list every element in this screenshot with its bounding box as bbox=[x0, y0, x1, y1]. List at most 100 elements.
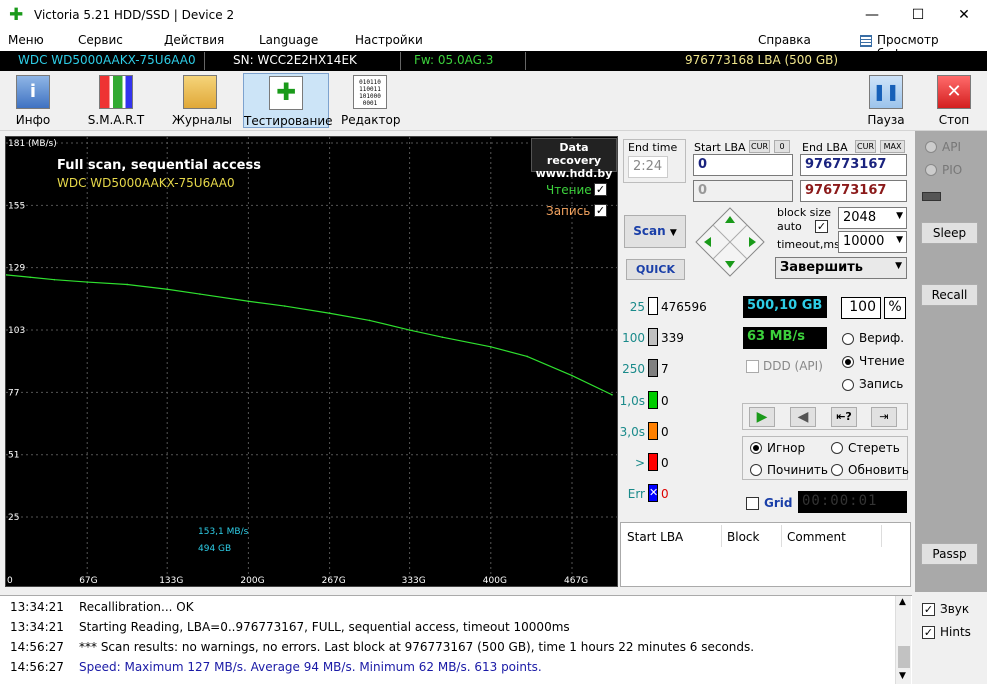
quick-button[interactable]: QUICK bbox=[626, 259, 685, 280]
timeout-select[interactable]: 10000 ▼ bbox=[838, 231, 907, 253]
menu-language[interactable]: Language bbox=[259, 33, 318, 47]
menu-main[interactable]: Меню bbox=[8, 33, 44, 47]
info-button[interactable]: i Инфо bbox=[10, 75, 56, 127]
menu-bar bbox=[0, 30, 987, 51]
repair-radio[interactable] bbox=[750, 464, 762, 476]
chevron-down-icon: ▼ bbox=[896, 211, 903, 221]
end-time-group: End time 2:24 bbox=[623, 139, 686, 183]
ignore-radio[interactable] bbox=[750, 442, 762, 454]
menu-service[interactable]: Сервис bbox=[78, 33, 123, 47]
erase-label: Стереть bbox=[848, 441, 900, 455]
info-separator bbox=[525, 52, 526, 70]
refresh-label: Обновить bbox=[848, 463, 909, 477]
api-label: API bbox=[942, 140, 961, 154]
start-zero-button[interactable]: 0 bbox=[774, 140, 790, 153]
menu-actions[interactable]: Действия bbox=[164, 33, 224, 47]
passp-button[interactable]: Passp bbox=[921, 543, 978, 565]
stop-button[interactable]: ✕ Стоп bbox=[933, 75, 975, 127]
graph-title: Full scan, sequential access bbox=[57, 158, 261, 173]
info-icon: i bbox=[16, 75, 50, 109]
x-tick-label: 400G bbox=[483, 576, 507, 586]
timeout-value: 10000 bbox=[843, 234, 885, 249]
y-tick-label: 51 bbox=[8, 451, 19, 461]
chevron-down-icon: ▼ bbox=[895, 261, 902, 271]
info-separator bbox=[204, 52, 205, 70]
read-speed-point bbox=[611, 393, 613, 396]
histogram-label: > bbox=[634, 456, 645, 470]
end-icon[interactable]: ⇥ bbox=[871, 407, 897, 427]
back-icon[interactable]: ◀ bbox=[790, 407, 816, 427]
table-header-block[interactable]: Block bbox=[727, 530, 759, 544]
end-lba-input[interactable]: 976773167 bbox=[800, 154, 907, 176]
start-lba-current: 0 bbox=[693, 180, 793, 202]
auto-checkbox[interactable]: ✓ bbox=[815, 220, 828, 233]
end-max-button[interactable]: MAX bbox=[880, 140, 905, 153]
log-scrollbar[interactable]: ▲ ▼ bbox=[895, 596, 911, 684]
table-header-divider bbox=[881, 525, 882, 547]
histogram-panel: 25 476596 100 339 250 7 1,0s 0 3,0s 0 >0 Err ✕ 0 bbox=[620, 287, 737, 517]
read-speed-point bbox=[490, 346, 492, 348]
histogram-swatch: ✕ bbox=[648, 484, 658, 503]
jump-icon[interactable]: ⇤? bbox=[831, 407, 857, 427]
scan-button[interactable]: Scan ▼ bbox=[624, 215, 686, 248]
direction-pad-graphic bbox=[695, 207, 765, 277]
x-tick-label: 133G bbox=[159, 576, 183, 586]
x-tick-label: 67G bbox=[79, 576, 97, 586]
table-header-start-lba[interactable]: Start LBA bbox=[627, 530, 683, 544]
start-cur-button[interactable]: CUR bbox=[749, 140, 770, 153]
write-legend-checkbox[interactable]: ✓ bbox=[594, 204, 607, 217]
end-time-input[interactable]: 2:24 bbox=[628, 156, 668, 178]
smart-button[interactable]: S.M.A.R.T bbox=[86, 75, 146, 127]
histogram-label: 250 bbox=[622, 362, 645, 377]
start-lba-input[interactable]: 0 bbox=[693, 154, 793, 176]
menu-settings[interactable]: Настройки bbox=[355, 33, 423, 47]
pause-button[interactable]: ❚❚ Пауза bbox=[865, 75, 907, 127]
table-header-comment[interactable]: Comment bbox=[787, 530, 846, 544]
sound-checkbox[interactable]: ✓ bbox=[922, 603, 935, 616]
scroll-thumb[interactable] bbox=[898, 646, 910, 668]
testing-button[interactable]: ✚ Тестирование bbox=[243, 73, 333, 128]
info-label: Инфо bbox=[15, 113, 51, 127]
end-lba-label: End LBA bbox=[802, 141, 848, 154]
api-radio bbox=[925, 141, 937, 153]
buffer-icon bbox=[860, 35, 872, 47]
end-cur-button[interactable]: CUR bbox=[855, 140, 876, 153]
block-size-value: 2048 bbox=[843, 210, 877, 225]
minimize-button[interactable]: — bbox=[849, 0, 895, 30]
erase-radio[interactable] bbox=[831, 442, 843, 454]
close-button[interactable]: ✕ bbox=[941, 0, 987, 30]
read-speed-point bbox=[247, 300, 250, 303]
grid-checkbox[interactable] bbox=[746, 497, 759, 510]
playback-bar: ▶ ◀ ⇤? ⇥ bbox=[742, 403, 908, 430]
read-radio[interactable] bbox=[842, 356, 854, 368]
refresh-radio[interactable] bbox=[831, 464, 843, 476]
chevron-down-icon: ▼ bbox=[896, 235, 903, 245]
scroll-up-icon[interactable]: ▲ bbox=[899, 597, 906, 607]
logs-button[interactable]: Журналы bbox=[172, 75, 232, 127]
watermark: Data recovery www.hdd.by bbox=[531, 138, 617, 180]
auto-label: auto bbox=[777, 220, 802, 233]
histogram-count: 0 bbox=[661, 487, 669, 502]
hints-checkbox[interactable]: ✓ bbox=[922, 626, 935, 639]
verify-radio[interactable] bbox=[842, 333, 854, 345]
info-separator bbox=[400, 52, 401, 70]
read-speed-point bbox=[328, 312, 331, 315]
recall-button[interactable]: Recall bbox=[921, 284, 978, 306]
read-legend-checkbox[interactable]: ✓ bbox=[594, 183, 607, 196]
menu-help[interactable]: Справка bbox=[758, 33, 811, 47]
read-speed-point bbox=[166, 288, 168, 291]
scroll-down-icon[interactable]: ▼ bbox=[899, 671, 906, 681]
x-tick-label: 467G bbox=[564, 576, 588, 586]
end-action-select[interactable]: Завершить ▼ bbox=[775, 257, 907, 279]
read-speed-point bbox=[29, 276, 32, 279]
bytes-readout: 500,10 GB bbox=[743, 296, 827, 318]
block-size-select[interactable]: 2048 ▼ bbox=[838, 207, 907, 229]
editor-button[interactable]: 010110 110011 101000 0001 Редактор bbox=[341, 75, 400, 127]
sleep-button[interactable]: Sleep bbox=[921, 222, 978, 244]
log-message: *** Scan results: no warnings, no errors… bbox=[79, 640, 755, 654]
maximize-button[interactable]: ☐ bbox=[895, 0, 941, 30]
log-message: Starting Reading, LBA=0..976773167, FULL… bbox=[79, 620, 570, 634]
play-icon[interactable]: ▶ bbox=[749, 407, 775, 427]
histogram-swatch bbox=[648, 453, 658, 471]
write-radio[interactable] bbox=[842, 379, 854, 391]
